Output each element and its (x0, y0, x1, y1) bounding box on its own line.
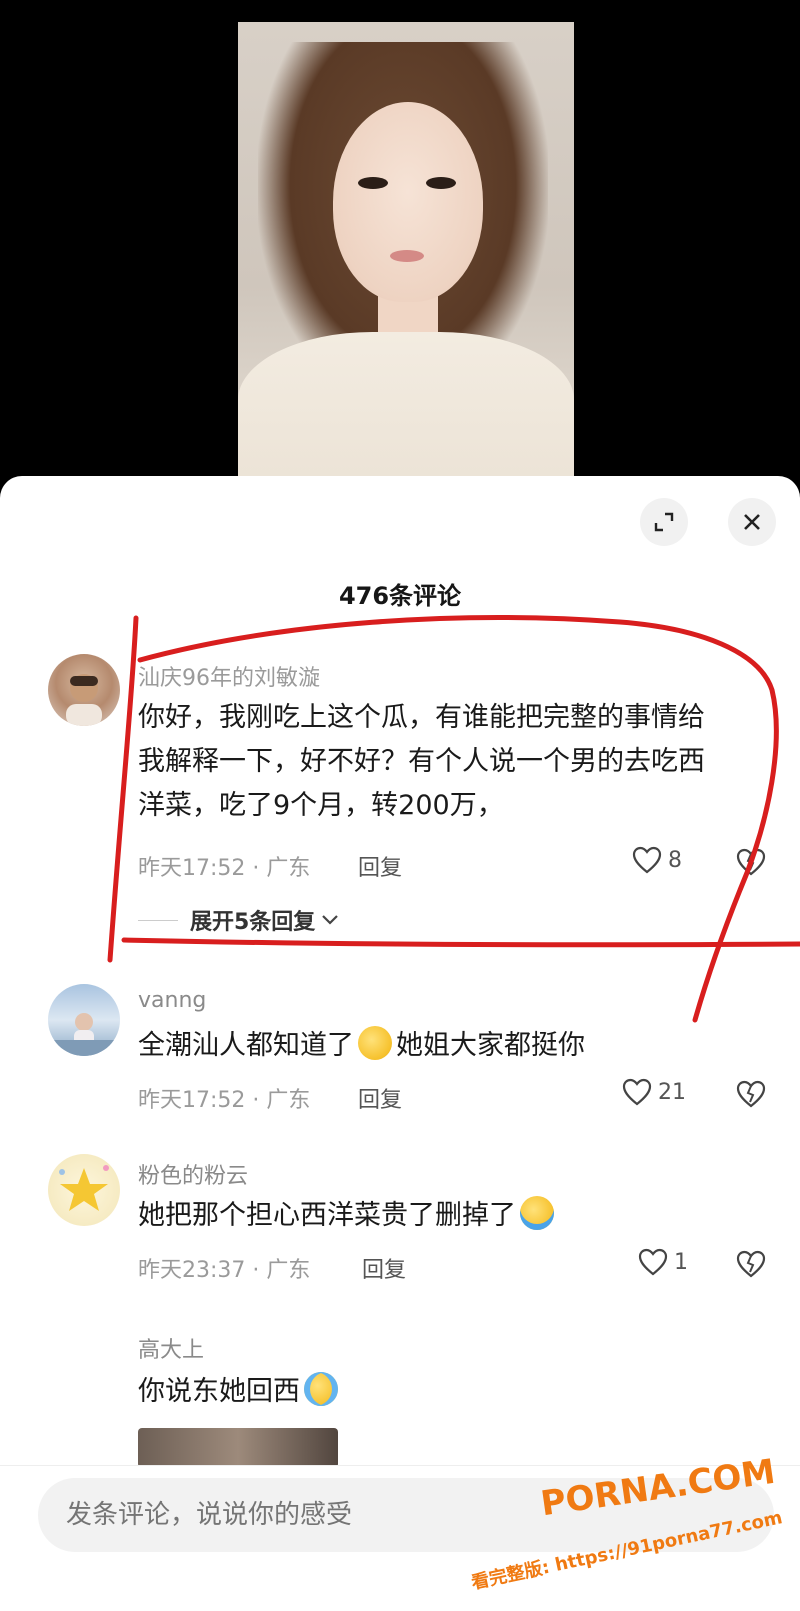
heart-icon (638, 1248, 668, 1276)
like-count: 8 (668, 847, 682, 873)
avatar[interactable] (48, 984, 120, 1056)
comment-username[interactable]: 高大上 (138, 1332, 204, 1364)
smirk-emoji-icon (358, 1026, 392, 1060)
comment-text: 你好，我刚吃上这个瓜，有谁能把完整的事情给 我解释一下，好不好？有个人说一个男的… (138, 702, 705, 821)
comment-image-thumbnail[interactable] (138, 1428, 338, 1468)
heart-icon (632, 846, 662, 874)
comment-text: 全潮汕人都知道了 她姐大家都挺你 (138, 1024, 768, 1068)
like-count: 1 (674, 1249, 688, 1275)
like-button[interactable]: 1 (638, 1248, 688, 1276)
broken-heart-icon (736, 1080, 766, 1108)
reply-button[interactable]: 回复 (362, 1252, 406, 1284)
comment-username[interactable]: vanng (138, 988, 206, 1013)
dislike-button[interactable] (736, 1250, 766, 1282)
dislike-button[interactable] (736, 1080, 766, 1112)
broken-heart-icon (736, 848, 766, 876)
comment-text: 她把那个担心西洋菜贵了删掉了 (138, 1194, 768, 1238)
broken-heart-icon (736, 1250, 766, 1278)
comment-text: 你说东她回西 (138, 1370, 768, 1414)
avatar[interactable] (48, 654, 120, 726)
close-icon (744, 514, 760, 530)
comment-input-bar (0, 1465, 800, 1611)
heart-icon (622, 1078, 652, 1106)
video-frame-image (238, 22, 574, 502)
video-area[interactable] (0, 0, 800, 520)
comment-timestamp-location: 昨天17:52 · 广东 (138, 1088, 311, 1113)
dislike-button[interactable] (736, 848, 766, 880)
reply-button[interactable]: 回复 (358, 1082, 402, 1114)
comment-input[interactable] (38, 1478, 774, 1552)
close-button[interactable] (728, 498, 776, 546)
laughing-emoji-icon (520, 1196, 554, 1230)
comment-count-title: 476条评论 (338, 582, 462, 610)
avatar[interactable] (48, 1154, 120, 1226)
like-count: 21 (658, 1079, 686, 1105)
crying-emoji-icon (304, 1372, 338, 1406)
comment-username[interactable]: 汕庆96年的刘敏漩 (138, 660, 320, 692)
expand-button[interactable] (640, 498, 688, 546)
comment-timestamp-location: 昨天23:37 · 广东 (138, 1258, 311, 1283)
reply-button[interactable]: 回复 (358, 850, 402, 882)
like-button[interactable]: 8 (632, 846, 682, 874)
like-button[interactable]: 21 (622, 1078, 686, 1106)
expand-icon (654, 512, 674, 532)
chevron-down-icon (322, 915, 339, 925)
comment-username[interactable]: 粉色的粉云 (138, 1158, 248, 1190)
comment-timestamp-location: 昨天17:52 · 广东 (138, 856, 311, 881)
expand-replies-button[interactable]: 展开5条回复 (138, 904, 339, 936)
